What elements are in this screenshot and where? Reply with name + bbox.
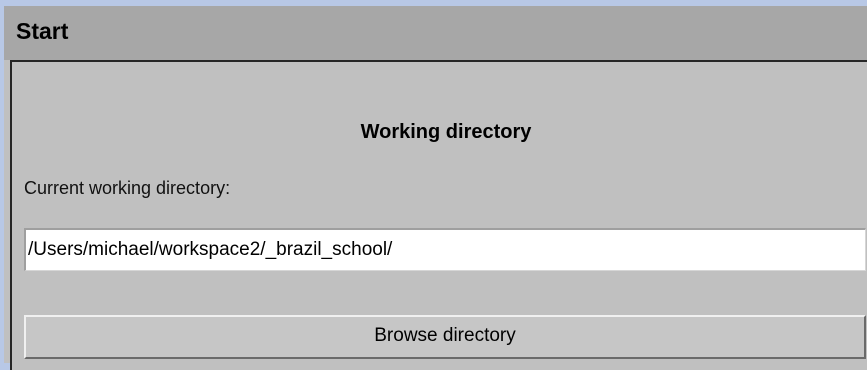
section-heading: Working directory	[360, 121, 532, 143]
working-directory-panel: Working directory Current working direct…	[10, 60, 867, 370]
working-directory-label: Current working directory:	[24, 178, 231, 198]
browse-directory-button[interactable]: Browse directory	[24, 315, 866, 359]
window-titlebar: Start	[4, 6, 867, 60]
window-title: Start	[16, 18, 69, 44]
working-directory-input[interactable]	[24, 228, 866, 271]
start-window: Start Working directory Current working …	[4, 6, 867, 370]
